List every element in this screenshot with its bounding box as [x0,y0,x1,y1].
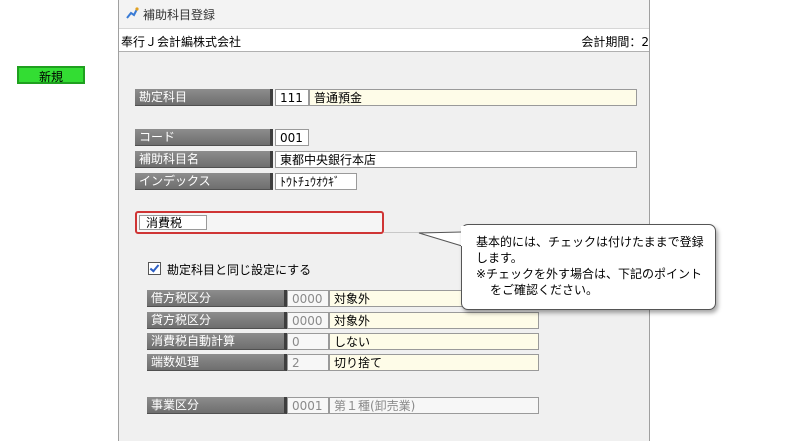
callout-line-4: をご確認ください。 [490,283,599,297]
sub-account-name-label: 補助科目名 [135,151,273,168]
credit-tax-code[interactable]: 0000 [287,312,329,329]
title-bar: 補助科目登録 [119,0,649,28]
debit-tax-label: 借方税区分 [147,290,287,307]
credit-tax-label: 貸方税区分 [147,312,287,329]
tax-section-label: 消費税 [139,215,207,230]
instruction-callout: 基本的には、チェックは付けたままで登録 します。 ※チェックを外す場合は、下記の… [461,224,716,310]
fiscal-period: 会計期間：2 [581,35,649,49]
callout-pointer-join [461,226,469,246]
rounding-value: 切り捨て [329,354,539,371]
checkbox-checked-icon[interactable] [148,262,161,275]
account-label: 勘定科目 [135,89,273,106]
callout-line-2: します。 [476,251,523,265]
auto-tax-calc-code[interactable]: 0 [287,333,329,350]
auto-tax-calc-value: しない [329,333,539,350]
company-bar: 奉行Ｊ会計編株式会社 会計期間：2 [119,28,649,52]
auto-tax-calc-label: 消費税自動計算 [147,333,287,350]
company-name: 奉行Ｊ会計編株式会社 [121,35,242,49]
app-icon [126,7,139,19]
credit-tax-value: 対象外 [329,312,539,329]
same-as-account-checkbox[interactable]: 勘定科目と同じ設定にする [148,261,311,278]
debit-tax-code[interactable]: 0000 [287,290,329,307]
account-code-field[interactable]: 111 [275,89,309,106]
callout-line-3: ※チェックを外す場合は、下記のポイント [476,267,703,281]
code-label: コード [135,129,273,146]
sub-account-name-field[interactable]: 東都中央銀行本店 [275,151,637,168]
code-field[interactable]: 001 [275,129,309,146]
same-as-account-label: 勘定科目と同じ設定にする [167,263,312,277]
index-field[interactable]: ﾄｳﾄﾁｭｳｵｳｷﾞ [275,173,357,190]
rounding-label: 端数処理 [147,354,287,371]
business-category-value: 第１種(卸売業) [329,397,539,414]
index-label: インデックス [135,173,273,190]
tax-section-highlight: 消費税 [135,211,384,234]
window-title: 補助科目登録 [143,8,216,22]
business-category-code[interactable]: 0001 [287,397,329,414]
new-mode-badge: 新規 [17,66,85,84]
callout-line-1: 基本的には、チェックは付けたままで登録 [476,235,704,249]
account-name-field: 普通預金 [309,89,637,106]
business-category-label: 事業区分 [147,397,287,414]
rounding-code[interactable]: 2 [287,354,329,371]
